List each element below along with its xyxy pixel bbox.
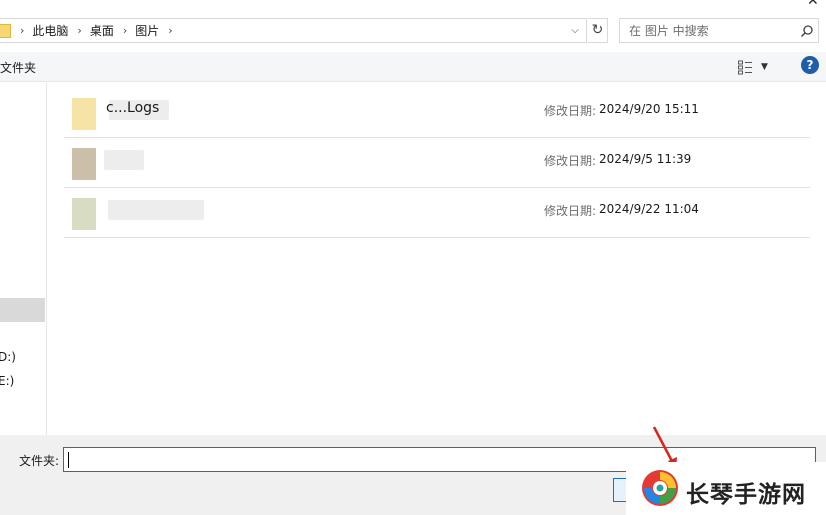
view-options-button[interactable]: ▼: [738, 57, 776, 77]
chevron-right-icon[interactable]: ›: [20, 24, 24, 37]
list-item[interactable]: c...Logs 修改日期: 2024/9/20 15:11: [64, 88, 810, 138]
chevron-right-icon[interactable]: ›: [77, 24, 81, 37]
watermark-text: 长琴手游网: [686, 482, 806, 508]
file-dialog: ✕ › 此电脑 › 桌面 › 图片 › ⌵ ↻ 文件夹: [0, 0, 826, 515]
details-view-icon: [738, 60, 752, 74]
modified-date: 2024/9/5 11:39: [599, 152, 692, 166]
watermark: 长琴手游网: [626, 462, 826, 515]
chevron-down-icon[interactable]: ⌵: [567, 23, 583, 39]
folder-icon: [0, 23, 11, 38]
toolbar: 文件夹 ▼ ?: [0, 52, 826, 82]
breadcrumb-pictures[interactable]: 图片: [135, 22, 159, 39]
search-box[interactable]: [619, 18, 819, 43]
blurred-name: [108, 200, 204, 220]
nav-item-selected[interactable]: [0, 298, 45, 322]
breadcrumb-desktop[interactable]: 桌面: [90, 22, 114, 39]
navigation-pane: D:) E:): [0, 83, 47, 435]
modified-label: 修改日期:: [544, 154, 597, 168]
modified-date: 2024/9/20 15:11: [599, 102, 699, 116]
address-bar-area: ✕ › 此电脑 › 桌面 › 图片 › ⌵ ↻: [0, 0, 826, 52]
modified-date: 2024/9/22 11:04: [599, 202, 699, 216]
list-item[interactable]: 修改日期: 2024/9/5 11:39: [64, 138, 810, 188]
image-thumbnail: [72, 148, 96, 180]
search-input[interactable]: [620, 19, 798, 42]
folder-icon: [72, 98, 96, 130]
site-logo-icon: [642, 470, 678, 506]
file-name: c...Logs: [106, 100, 160, 116]
refresh-button[interactable]: ↻: [588, 18, 608, 43]
modified-label: 修改日期:: [544, 104, 597, 118]
chevron-right-icon[interactable]: ›: [168, 24, 172, 37]
blurred-name: [104, 150, 144, 170]
list-item[interactable]: 修改日期: 2024/9/22 11:04: [64, 188, 810, 238]
breadcrumb-this-pc[interactable]: 此电脑: [32, 22, 68, 39]
new-folder-button[interactable]: 文件夹: [0, 59, 36, 76]
chevron-right-icon[interactable]: ›: [123, 24, 127, 37]
file-list: c...Logs 修改日期: 2024/9/20 15:11 修改日期: 202…: [48, 83, 826, 435]
help-button[interactable]: ?: [801, 56, 819, 74]
folder-field-label: 文件夹:: [19, 454, 60, 468]
image-thumbnail: [72, 198, 96, 230]
nav-item-drive-e[interactable]: E:): [0, 374, 14, 388]
text-caret: [68, 452, 69, 468]
address-bar[interactable]: › 此电脑 › 桌面 › 图片 › ⌵: [0, 18, 587, 43]
close-icon[interactable]: ✕: [807, 0, 826, 8]
modified-label: 修改日期:: [544, 204, 597, 218]
nav-item-drive-d[interactable]: D:): [0, 350, 16, 364]
caret-down-icon: ▼: [761, 62, 768, 72]
search-icon[interactable]: [800, 24, 814, 38]
